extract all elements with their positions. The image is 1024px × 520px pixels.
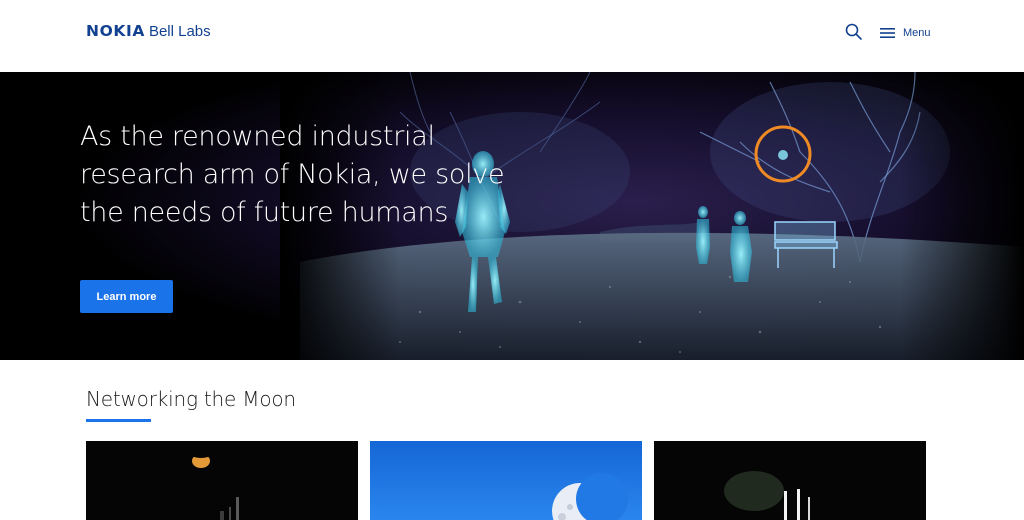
logo-product: Bell Labs xyxy=(148,23,211,40)
logo-brand: NOKIA xyxy=(86,22,145,40)
card-3-image-dark-lights xyxy=(654,441,926,520)
learn-more-button[interactable]: Learn more xyxy=(80,280,173,313)
section-title-underline xyxy=(86,419,151,422)
card-1-image-moon-launch xyxy=(86,441,358,520)
menu-label: Menu xyxy=(903,27,931,39)
hero-banner: As the renowned industrial research arm … xyxy=(0,72,1024,360)
hamburger-menu-icon xyxy=(880,28,895,38)
hero-headline: As the renowned industrial research arm … xyxy=(80,121,505,228)
article-card-2[interactable] xyxy=(370,441,642,520)
menu-button[interactable]: Menu xyxy=(880,24,931,42)
article-card-1[interactable] xyxy=(86,441,358,520)
search-button[interactable] xyxy=(844,22,864,42)
nokia-bell-labs-logo[interactable]: NOKIA Bell Labs xyxy=(86,22,211,40)
site-header: NOKIA Bell Labs Menu xyxy=(0,0,1024,72)
section-title: Networking the Moon xyxy=(86,387,296,411)
article-card-3[interactable] xyxy=(654,441,926,520)
card-2-image-moon-sky xyxy=(370,441,642,520)
search-icon xyxy=(845,23,862,40)
